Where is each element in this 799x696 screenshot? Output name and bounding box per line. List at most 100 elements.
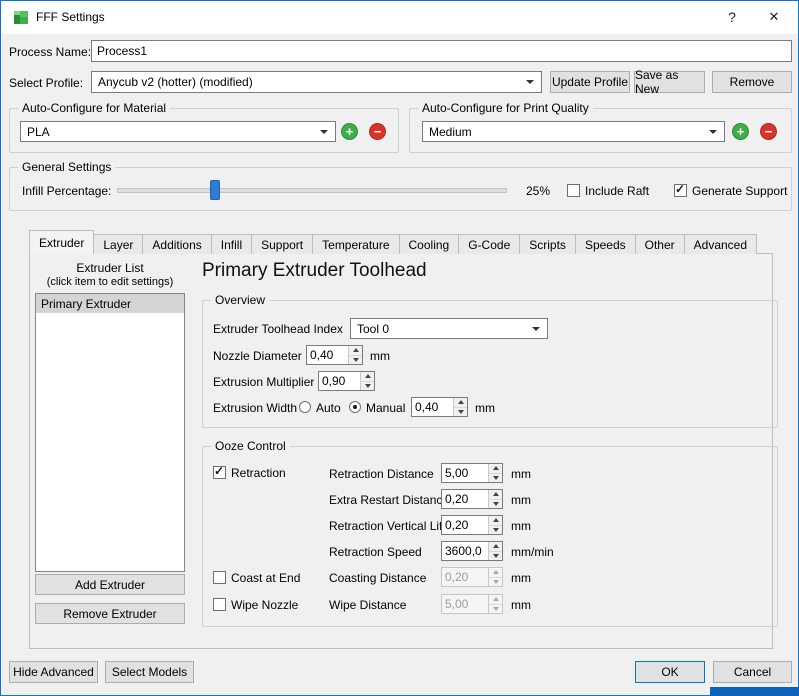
remove-quality-button[interactable]: − [760,123,777,140]
wipe-distance-value: 5,00 [445,597,469,611]
spinner-buttons [360,372,374,390]
remove-extruder-button[interactable]: Remove Extruder [35,603,185,624]
infill-slider-track[interactable] [117,188,507,193]
extrusion-multiplier-label: Extrusion Multiplier [213,375,315,389]
spinner-down-icon [489,603,502,613]
material-select[interactable]: PLA [20,121,336,142]
select-models-button[interactable]: Select Models [105,661,194,683]
save-as-new-button[interactable]: Save as New [634,68,705,96]
tab-cooling[interactable]: Cooling [398,234,460,254]
toolhead-index-select[interactable]: Tool 0 [350,318,548,339]
spinner-down-icon[interactable] [489,472,502,482]
quality-select[interactable]: Medium [422,121,725,142]
update-profile-button[interactable]: Update Profile [550,71,630,93]
spinner-up-icon[interactable] [489,542,502,551]
add-quality-button[interactable]: + [732,123,749,140]
quality-group-title: Auto-Configure for Print Quality [418,101,593,116]
background-window-fragment [710,687,799,696]
material-group-title: Auto-Configure for Material [18,101,171,116]
tab-advanced[interactable]: Advanced [683,234,758,254]
dropdown-arrow-icon [532,326,540,331]
spinner-down-icon[interactable] [489,524,502,534]
include-raft-label: Include Raft [585,184,650,198]
tab-additions[interactable]: Additions [142,234,212,254]
spinner-down-icon[interactable] [489,498,502,508]
coast-at-end-label: Coast at End [231,571,301,585]
spinner-up-icon [489,595,502,604]
quality-group: Auto-Configure for Print Quality Medium … [409,101,792,153]
extrusion-multiplier-value: 0,90 [322,374,346,388]
tab-layer[interactable]: Layer [93,234,144,254]
spinner-up-icon[interactable] [454,398,467,407]
retraction-speed-spinner[interactable]: 3600,0 [441,541,503,561]
retraction-checkbox[interactable]: ✓ [213,464,226,479]
tab-extruder[interactable]: Extruder [29,230,95,254]
cancel-button[interactable]: Cancel [713,661,792,683]
add-extruder-button[interactable]: Add Extruder [35,574,185,595]
select-profile-label: Select Profile: [9,76,84,90]
coast-at-end-checkbox[interactable] [213,571,226,584]
overview-group-title: Overview [211,293,270,308]
extra-restart-spinner[interactable]: 0,20 [441,489,503,509]
add-material-button[interactable]: + [341,123,358,140]
extrusion-width-auto-label: Auto [316,401,341,415]
ooze-group-title: Ooze Control [211,439,290,454]
close-icon[interactable]: ✕ [754,1,794,33]
extrusion-width-value: 0,40 [415,400,439,414]
material-group: Auto-Configure for Material PLA + − [9,101,399,153]
tab-temperature[interactable]: Temperature [312,234,400,254]
coasting-distance-unit: mm [511,571,531,585]
remove-material-button[interactable]: − [369,123,386,140]
spinner-down-icon[interactable] [349,354,362,364]
tab-scripts[interactable]: Scripts [519,234,576,254]
spinner-buttons [488,490,502,508]
process-name-input[interactable] [91,40,792,62]
coasting-distance-value: 0,20 [445,570,469,584]
help-button[interactable]: ? [714,1,750,33]
extrusion-width-spinner[interactable]: 0,40 [411,397,468,417]
vertical-lift-label: Retraction Vertical Lift [329,519,446,533]
vertical-lift-spinner[interactable]: 0,20 [441,515,503,535]
tab-support[interactable]: Support [251,234,314,254]
retraction-distance-unit: mm [511,467,531,481]
hide-advanced-button[interactable]: Hide Advanced [9,661,98,683]
extra-restart-label: Extra Restart Distance [329,493,450,507]
spinner-up-icon[interactable] [489,490,502,499]
list-item-primary-extruder[interactable]: Primary Extruder [36,294,184,313]
process-name-label: Process Name: [9,45,92,59]
tab-speeds[interactable]: Speeds [574,234,636,254]
spinner-buttons [488,542,502,560]
spinner-up-icon [489,568,502,577]
nozzle-diameter-spinner[interactable]: 0,40 [306,345,363,365]
spinner-up-icon[interactable] [489,516,502,525]
generate-support-checkbox[interactable]: ✓ [674,182,687,197]
checkmark-icon: ✓ [675,182,686,196]
tab-infill[interactable]: Infill [210,234,253,254]
tab-gcode[interactable]: G-Code [458,234,521,254]
spinner-down-icon[interactable] [361,380,374,390]
spinner-buttons [488,516,502,534]
spinner-down-icon[interactable] [454,406,467,416]
spinner-up-icon[interactable] [489,464,502,473]
app-icon [14,11,28,24]
extrusion-width-manual-radio[interactable] [349,401,361,413]
extrusion-multiplier-spinner[interactable]: 0,90 [318,371,375,391]
coasting-distance-label: Coasting Distance [329,571,427,585]
wipe-nozzle-checkbox[interactable] [213,598,226,611]
profile-select[interactable]: Anycub v2 (hotter) (modified) [91,71,542,93]
extrusion-width-auto-radio[interactable] [299,401,311,413]
spinner-up-icon[interactable] [349,346,362,355]
overview-group: Overview Extruder Toolhead Index Tool 0 … [202,293,778,428]
spinner-up-icon[interactable] [361,372,374,381]
ok-button[interactable]: OK [635,661,705,683]
vertical-lift-unit: mm [511,519,531,533]
tab-other[interactable]: Other [634,234,685,254]
wipe-distance-spinner: 5,00 [441,594,503,614]
spinner-down-icon[interactable] [489,550,502,560]
coasting-distance-spinner: 0,20 [441,567,503,587]
spinner-buttons [488,568,502,586]
infill-slider-thumb[interactable] [210,180,220,200]
include-raft-checkbox[interactable] [567,184,580,197]
remove-profile-button[interactable]: Remove [712,71,792,93]
retraction-distance-spinner[interactable]: 5,00 [441,463,503,483]
